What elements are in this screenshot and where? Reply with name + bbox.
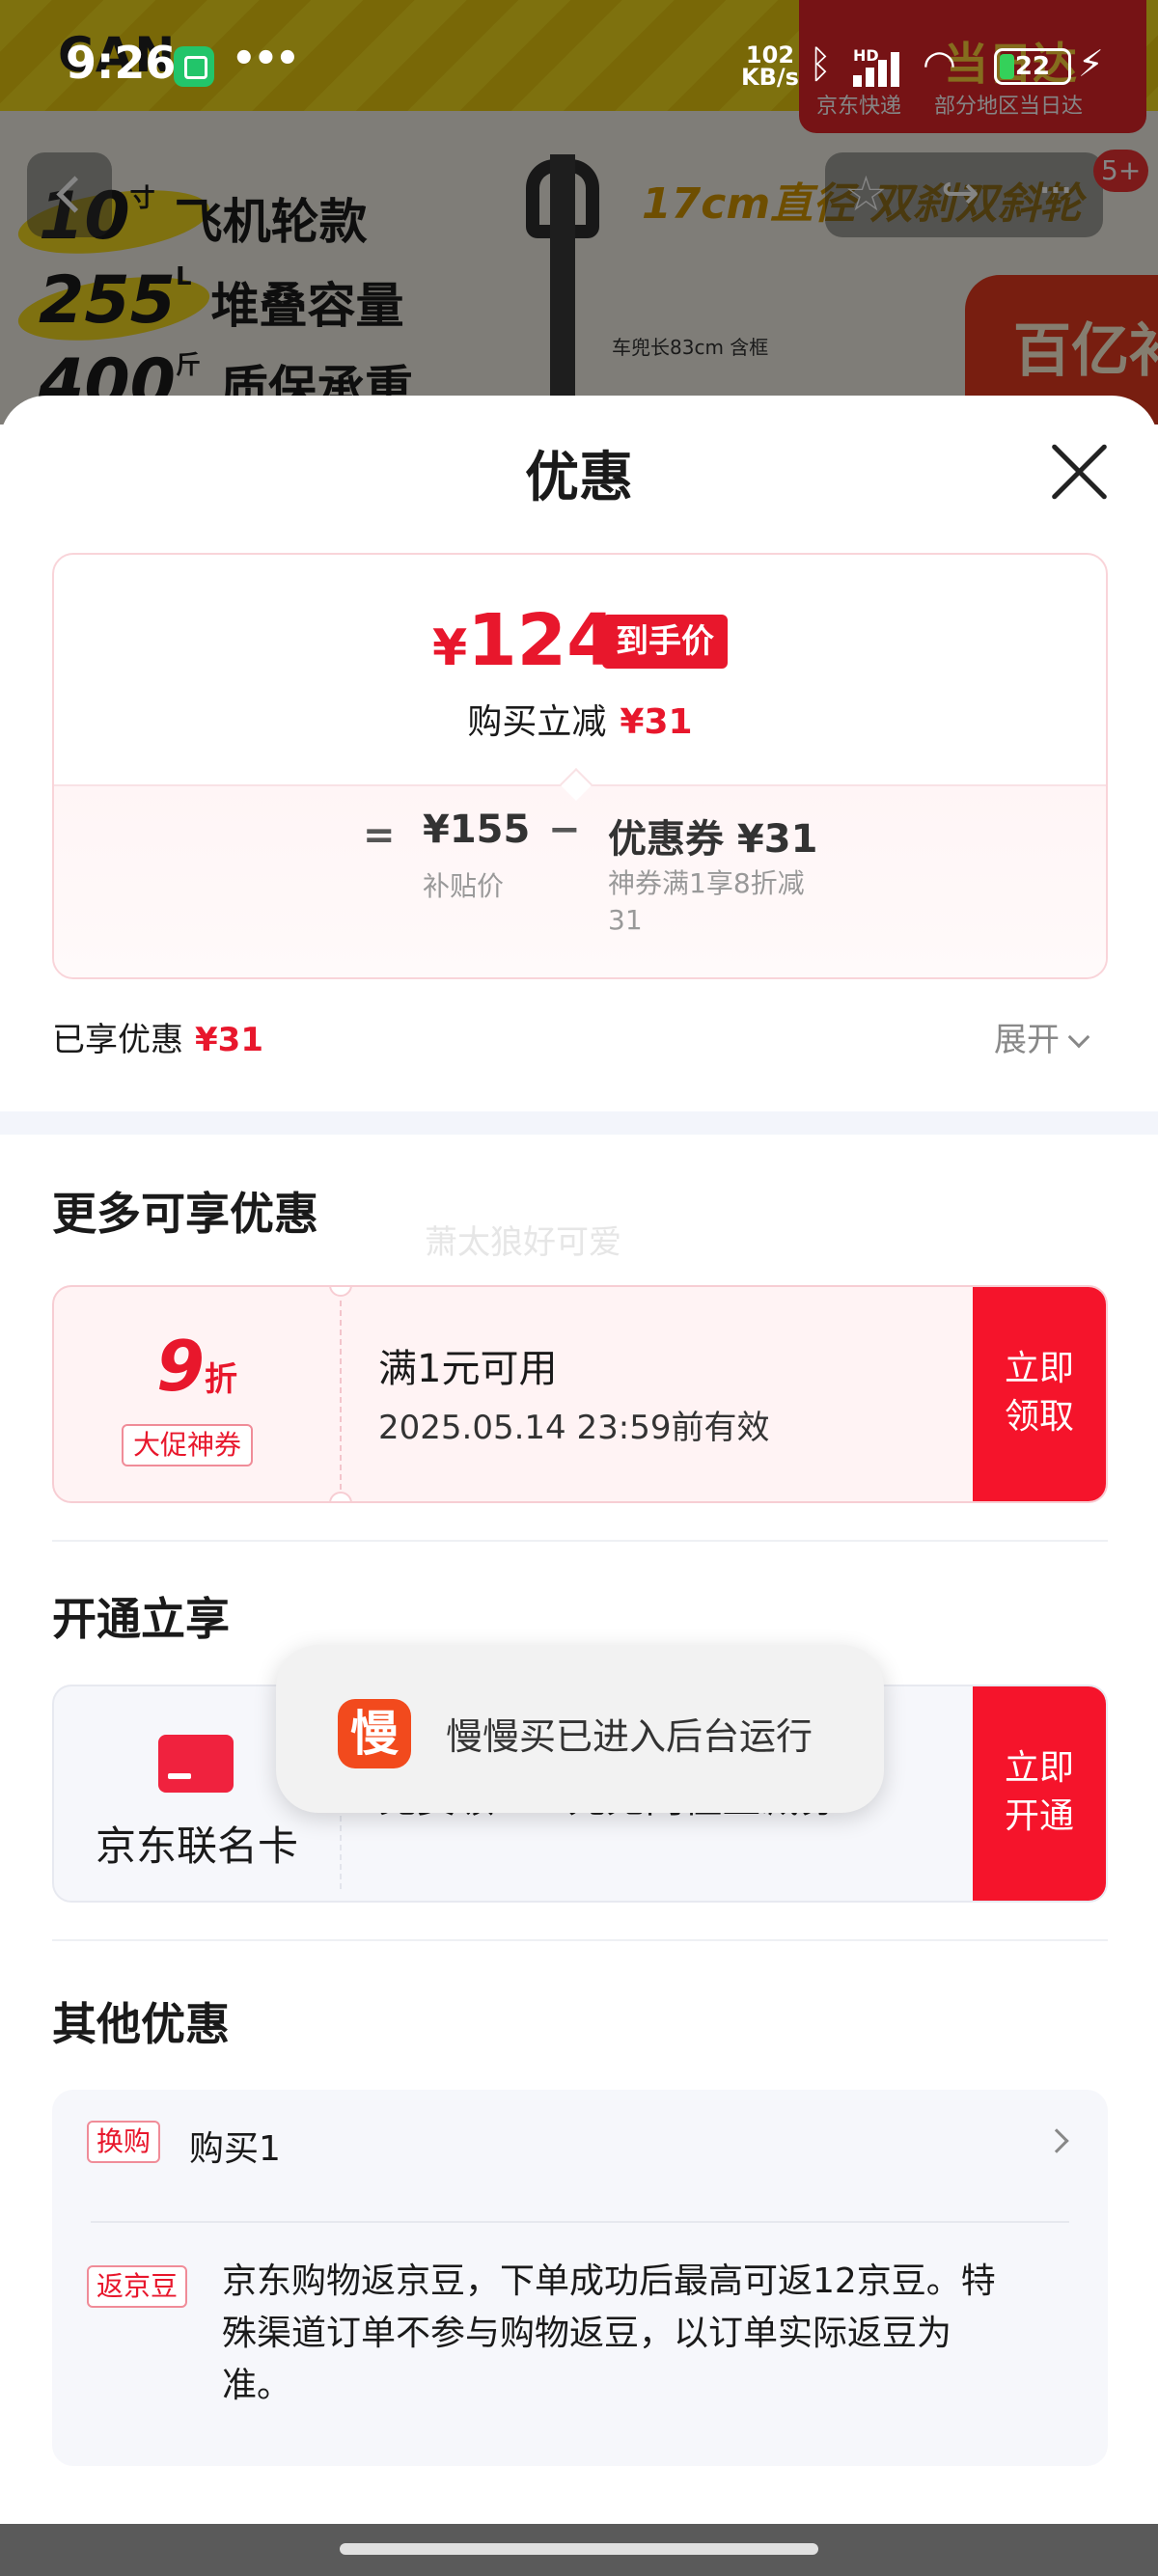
- enjoyed-discount: 已享优惠 ¥31: [52, 1021, 263, 1059]
- hd-label: HD: [853, 46, 879, 65]
- battery-icon: 22: [994, 48, 1071, 85]
- wifi-icon: ◠: [923, 42, 956, 87]
- price-summary-card: ¥124 到手价 购买立减 ¥31 = ¥155 补贴价 − 优惠券 ¥31 神券…: [52, 553, 1108, 979]
- swap-offer-text[interactable]: 购买1: [189, 2121, 281, 2171]
- more-discounts-title: 更多可享优惠: [52, 1188, 318, 1240]
- app-logo-icon: 慢: [338, 1699, 411, 1768]
- open-card-button[interactable]: 立即 开通: [973, 1686, 1106, 1901]
- equals-sign: =: [363, 813, 396, 858]
- other-offers-box: 换购 购买1 返京豆 京东购物返京豆，下单成功后最高可返12京豆。特殊渠道订单不…: [52, 2090, 1108, 2466]
- instant-discount: 购买立减 ¥31: [467, 702, 693, 742]
- swap-tag: 换购: [87, 2121, 161, 2163]
- discount-sheet: 优惠 ¥124 到手价 购买立减 ¥31 = ¥155 补贴价 − 优惠券 ¥31…: [0, 396, 1158, 2576]
- coupon-validity: 2025.05.14 23:59前有效: [378, 1409, 770, 1447]
- coupon-card: 9折 大促神券 满1元可用 2025.05.14 23:59前有效 立即 领取: [52, 1285, 1108, 1503]
- app-notification-icon: [174, 46, 214, 87]
- watermark: 萧太狼好可爱: [425, 1223, 621, 1262]
- bean-offer-text: 京东购物返京豆，下单成功后最高可返12京豆。特殊渠道订单不参与购物返豆，以订单实…: [222, 2261, 996, 2405]
- sheet-title: 优惠: [525, 447, 633, 509]
- chevron-right-icon[interactable]: [1044, 2128, 1069, 2153]
- divider: [91, 2221, 1069, 2223]
- minus-sign: −: [548, 808, 581, 852]
- status-bar: 9:26 ••• 102 KB/s ᛒ HD ◠ 22 ⚡: [0, 0, 1158, 121]
- divider: [52, 1540, 1108, 1542]
- charging-icon: ⚡: [1078, 42, 1104, 85]
- chevron-down-icon: [1067, 1026, 1090, 1049]
- other-discounts-title: 其他优惠: [52, 1998, 230, 2050]
- divider: [52, 1939, 1108, 1941]
- coupon-deduction: 优惠券 ¥31: [608, 817, 818, 862]
- more-notifications-icon: •••: [232, 37, 300, 81]
- status-time: 9:26: [66, 37, 177, 89]
- final-price-badge: 到手价: [602, 615, 728, 669]
- battery-level: 22: [1014, 52, 1051, 81]
- claim-coupon-button[interactable]: 立即 领取: [973, 1287, 1106, 1501]
- open-benefits-title: 开通立享: [52, 1593, 230, 1645]
- section-separator: [0, 1111, 1158, 1135]
- coupon-notch: [329, 1492, 352, 1501]
- coupon-discount: 9折: [155, 1326, 238, 1407]
- coupon-deduction-desc: 神券满1享8折减31: [608, 867, 805, 936]
- coupon-notch: [329, 1287, 352, 1297]
- system-navigation-bar: [0, 2524, 1158, 2576]
- coupon-condition: 满1元可用: [378, 1347, 558, 1391]
- background-run-toast: 慢 慢慢买已进入后台运行: [276, 1645, 884, 1813]
- card-name: 京东联名卡: [95, 1822, 298, 1870]
- expand-button[interactable]: 展开: [994, 1013, 1090, 1060]
- close-icon[interactable]: [1048, 440, 1112, 504]
- coupon-tag: 大促神券: [122, 1424, 254, 1466]
- toast-message: 慢慢买已进入后台运行: [446, 1715, 813, 1758]
- bluetooth-icon: ᛒ: [809, 42, 832, 87]
- base-price: ¥155: [423, 808, 531, 852]
- base-price-label: 补贴价: [423, 870, 505, 902]
- coupon-divider: [340, 1301, 342, 1490]
- final-price: ¥124: [432, 599, 617, 682]
- network-speed: 102 KB/s: [741, 41, 799, 91]
- credit-card-icon: [158, 1735, 234, 1793]
- home-indicator[interactable]: [340, 2543, 818, 2555]
- bean-tag: 返京豆: [87, 2265, 188, 2308]
